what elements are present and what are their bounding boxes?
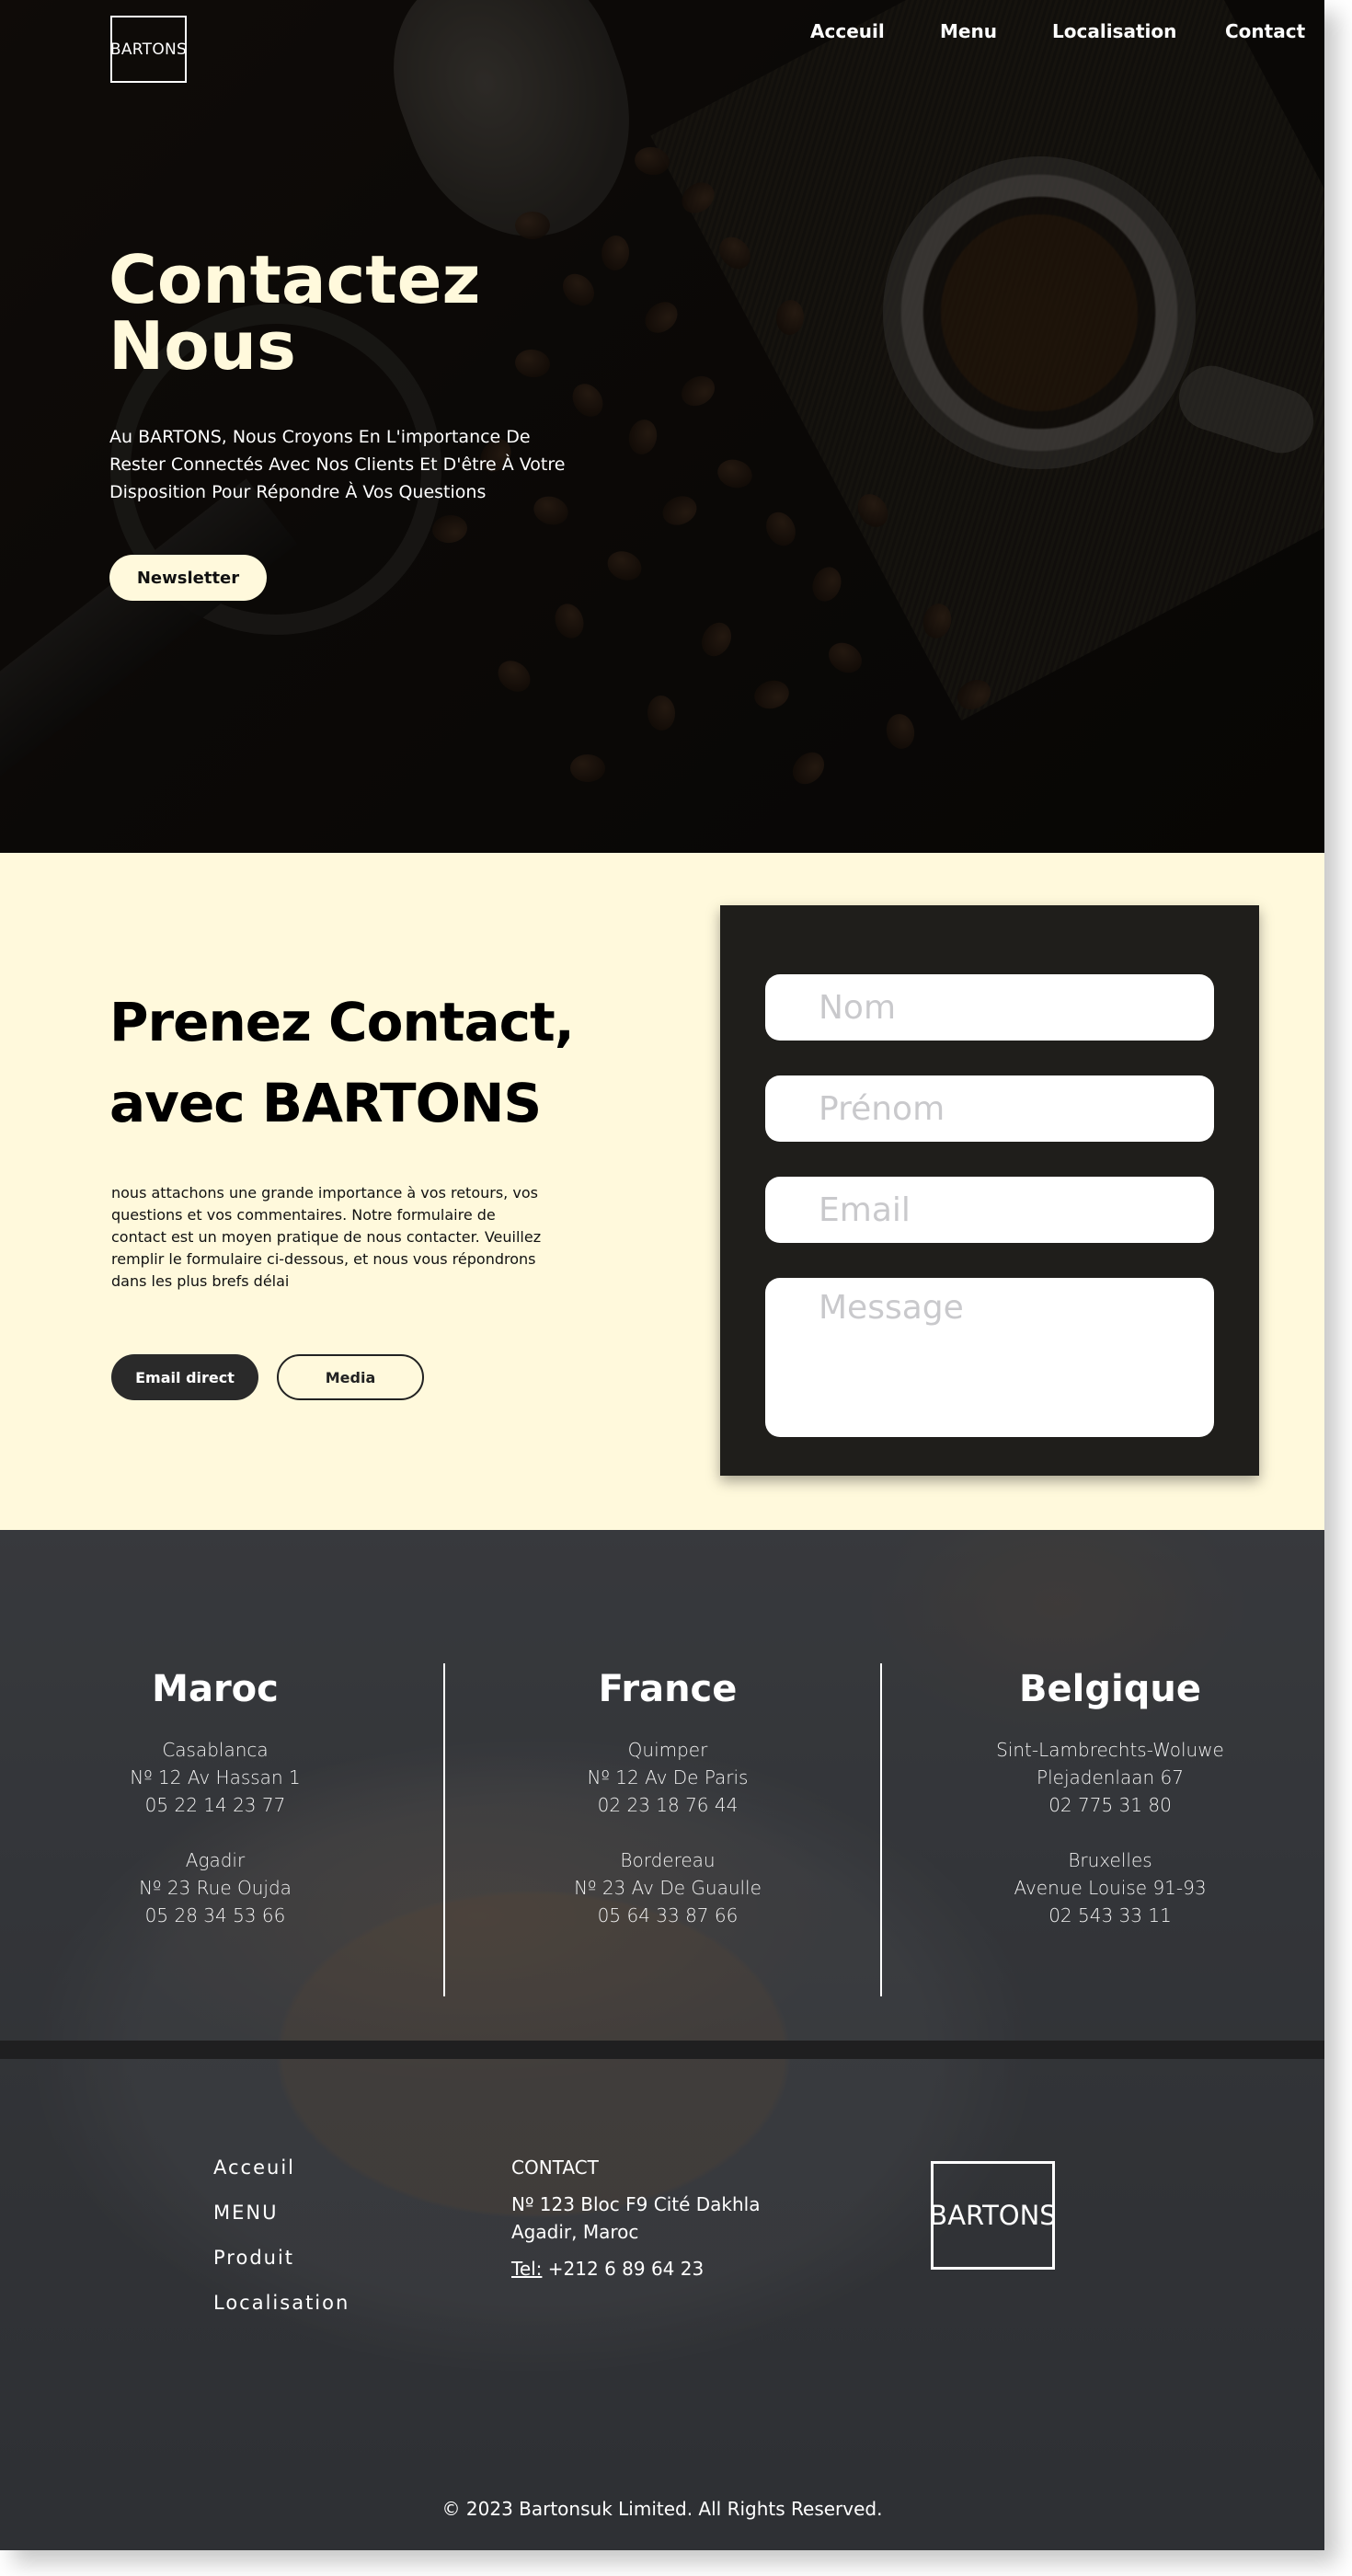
column-divider	[443, 1663, 445, 1996]
media-button[interactable]: Media	[277, 1354, 424, 1400]
office-address: Nº 23 Rue Oujda	[139, 1877, 292, 1899]
hero-title-line-2: Nous	[109, 307, 296, 385]
office-phone: 05 28 34 53 66	[144, 1904, 286, 1926]
nav-link-localisation[interactable]: Localisation	[1052, 20, 1176, 42]
footer-divider-band	[0, 2041, 1324, 2059]
country-name: France	[598, 1668, 738, 1710]
email-direct-button[interactable]: Email direct	[111, 1354, 258, 1400]
office-address: Nº 12 Av De Paris	[587, 1766, 749, 1788]
nav-link-menu[interactable]: Menu	[940, 20, 997, 42]
footer-phone-label[interactable]: Tel:	[511, 2258, 542, 2280]
office-phone: 02 775 31 80	[1048, 1794, 1172, 1816]
contact-section: Prenez Contact, avec BARTONS nous attach…	[0, 853, 1324, 1530]
office-city: Casablanca	[162, 1739, 269, 1761]
office-city: Agadir	[185, 1849, 246, 1871]
copyright: © 2023 Bartonsuk Limited. All Rights Res…	[441, 2498, 883, 2520]
column-divider	[880, 1663, 882, 1996]
office-address: Plejadenlaan 67	[1037, 1766, 1184, 1788]
footer-contact-heading: CONTACT	[511, 2156, 599, 2179]
locations-section: Maroc Casablanca Nº 12 Av Hassan 1 05 22…	[0, 1530, 1324, 2550]
office-address: Avenue Louise 91-93	[1014, 1877, 1207, 1899]
footer-link-localisation[interactable]: Localisation	[213, 2289, 349, 2334]
location-maroc: Maroc Casablanca Nº 12 Av Hassan 1 05 22…	[0, 1668, 436, 1929]
footer-link-acceuil[interactable]: Acceuil	[213, 2154, 349, 2199]
hero-intro: Au BARTONS, Nous Croyons En L'importance…	[109, 427, 566, 502]
contact-title-line-1: Prenez Contact,	[109, 991, 575, 1053]
nom-input[interactable]	[765, 974, 1214, 1041]
location-belgique: Belgique Sint-Lambrechts-Woluwe Plejaden…	[889, 1668, 1324, 1929]
hero-title: Contactez Nous	[109, 247, 624, 379]
hero-section: BARTONS Acceuil Menu Localisation Contac…	[0, 0, 1324, 853]
office-phone: 05 64 33 87 66	[597, 1904, 739, 1926]
footer-link-produit[interactable]: Produit	[213, 2244, 349, 2289]
footer-logo[interactable]: BARTONS	[929, 2161, 1057, 2270]
country-name: Maroc	[152, 1668, 279, 1710]
contact-description: nous attachons une grande importance à v…	[111, 1184, 542, 1290]
email-direct-button-label: Email direct	[135, 1368, 235, 1386]
media-button-label: Media	[325, 1368, 376, 1386]
location-france: France Quimper Nº 12 Av De Paris 02 23 1…	[447, 1668, 888, 1929]
office-address: Nº 23 Av De Guaulle	[574, 1877, 762, 1899]
nav-link-contact[interactable]: Contact	[1225, 20, 1305, 42]
email-input[interactable]	[765, 1177, 1214, 1243]
prenom-input[interactable]	[765, 1075, 1214, 1142]
office-city: Bordereau	[620, 1849, 716, 1871]
footer-nav: Acceuil MENU Produit Localisation	[213, 2154, 349, 2334]
footer-phone: Tel: +212 6 89 64 23	[511, 2255, 815, 2283]
newsletter-button[interactable]: Newsletter	[109, 555, 267, 601]
contact-title: Prenez Contact, avec BARTONS	[109, 982, 661, 1144]
contact-title-line-2: avec BARTONS	[109, 1072, 542, 1134]
footer-link-menu[interactable]: MENU	[213, 2199, 349, 2244]
office-city: Quimper	[627, 1739, 708, 1761]
office-address: Nº 12 Av Hassan 1	[130, 1766, 301, 1788]
main-nav: Acceuil Menu Localisation Contact	[0, 20, 1324, 48]
footer-phone-value: +212 6 89 64 23	[542, 2258, 705, 2280]
office-phone: 05 22 14 23 77	[144, 1794, 286, 1816]
office-city: Bruxelles	[1068, 1849, 1152, 1871]
message-input[interactable]	[765, 1278, 1214, 1437]
nav-link-acceuil[interactable]: Acceuil	[810, 20, 885, 42]
office-phone: 02 543 33 11	[1048, 1904, 1172, 1926]
office-city: Sint-Lambrechts-Woluwe	[996, 1739, 1224, 1761]
contact-form	[720, 905, 1259, 1476]
footer-logo-text: BARTONS	[929, 2200, 1057, 2231]
page: BARTONS Acceuil Menu Localisation Contac…	[0, 0, 1324, 2550]
footer-contact: CONTACT Nº 123 Bloc F9 Cité Dakhla Agadi…	[511, 2154, 815, 2283]
newsletter-button-label: Newsletter	[136, 568, 240, 588]
country-name: Belgique	[1019, 1668, 1201, 1710]
office-phone: 02 23 18 76 44	[597, 1794, 739, 1816]
footer-address: Nº 123 Bloc F9 Cité Dakhla Agadir, Maroc	[511, 2193, 761, 2243]
